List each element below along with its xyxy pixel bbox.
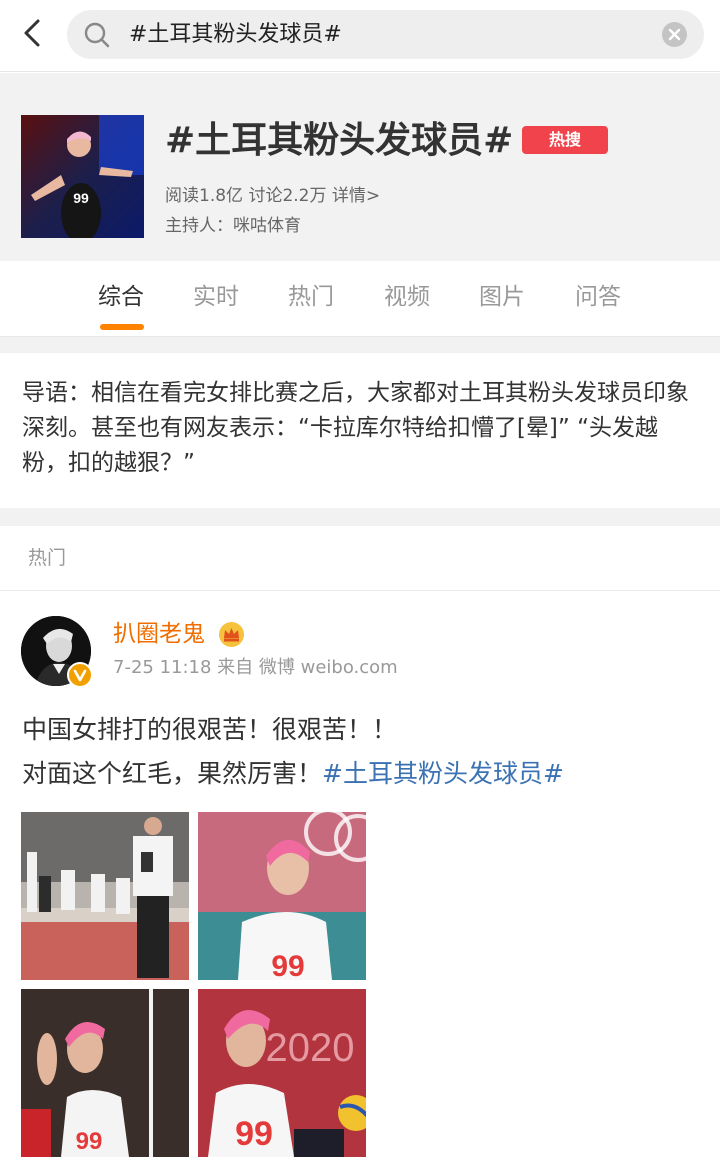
player-thumbnail-image: 99 bbox=[21, 115, 144, 238]
topic-thumbnail[interactable]: 99 bbox=[21, 115, 144, 238]
section-label-hot: 热门 bbox=[28, 547, 67, 569]
photo-player-with-ball: 2020 99 bbox=[198, 989, 366, 1157]
top-bar: #土耳其粉头发球员# bbox=[0, 0, 720, 72]
topic-stats[interactable]: 阅读1.8亿 讨论2.2万 详情> bbox=[165, 184, 380, 208]
search-box[interactable]: #土耳其粉头发球员# bbox=[67, 10, 704, 59]
topic-host: 主持人：咪咕体育 bbox=[165, 216, 301, 236]
post-text-line2: 对面这个红毛，果然厉害！#土耳其粉头发球员# bbox=[22, 752, 702, 796]
divider bbox=[0, 590, 720, 591]
photo4-year-text: 2020 bbox=[266, 1026, 355, 1070]
clear-icon bbox=[668, 28, 681, 41]
photo2-jersey-number: 99 bbox=[271, 950, 304, 980]
topic-intro: 导语：相信在看完女排比赛之后，大家都对土耳其粉头发球员印象深刻。甚至也有网友表示… bbox=[22, 380, 689, 476]
section-gap bbox=[0, 508, 720, 526]
post-hashtag[interactable]: #土耳其粉头发球员# bbox=[322, 759, 564, 788]
hot-search-badge: 热搜 bbox=[522, 126, 608, 154]
post-photo-4[interactable]: 2020 99 bbox=[198, 989, 366, 1157]
search-input[interactable]: #土耳其粉头发球员# bbox=[129, 20, 342, 50]
clear-button[interactable] bbox=[662, 22, 687, 47]
tab-hot[interactable]: 热门 bbox=[288, 281, 334, 313]
crown-icon bbox=[218, 621, 245, 648]
tab-qa[interactable]: 问答 bbox=[575, 281, 621, 313]
photo3-jersey-number: 99 bbox=[76, 1128, 103, 1155]
post-text-line1: 中国女排打的很艰苦！很艰苦！！ bbox=[22, 715, 398, 744]
photo4-jersey-number: 99 bbox=[235, 1115, 273, 1153]
active-tab-indicator bbox=[100, 324, 144, 330]
chevron-left-icon bbox=[24, 19, 40, 47]
photo-court-image bbox=[21, 812, 189, 980]
tab-comprehensive[interactable]: 综合 bbox=[98, 281, 144, 313]
post-meta: 7-25 11:18 来自 微博 weibo.com bbox=[113, 657, 398, 678]
topic-header: 99 #土耳其粉头发球员# 热搜 阅读1.8亿 讨论2.2万 详情> 主持人：咪… bbox=[0, 73, 720, 261]
tab-images[interactable]: 图片 bbox=[479, 281, 525, 313]
post-text-line2-body: 对面这个红毛，果然厉害！ bbox=[22, 759, 323, 788]
post-username[interactable]: 扒圈老鬼 bbox=[113, 618, 205, 650]
section-gap bbox=[0, 337, 720, 353]
verified-badge-icon bbox=[67, 662, 93, 688]
post-text: 中国女排打的很艰苦！很艰苦！！ 对面这个红毛，果然厉害！#土耳其粉头发球员# bbox=[22, 708, 702, 796]
tab-video[interactable]: 视频 bbox=[384, 281, 430, 313]
post-photo-2[interactable]: 99 bbox=[198, 812, 366, 980]
back-button[interactable] bbox=[14, 14, 54, 54]
search-icon bbox=[84, 22, 110, 48]
topic-tabs: 综合 实时 热门 视频 图片 问答 bbox=[0, 261, 720, 337]
thumb-jersey-number: 99 bbox=[73, 190, 89, 206]
post-photo-1[interactable] bbox=[21, 812, 189, 980]
post-photo-3[interactable]: 99 bbox=[21, 989, 189, 1157]
tab-realtime[interactable]: 实时 bbox=[193, 281, 239, 313]
photo-player-clapping: 99 bbox=[21, 989, 189, 1157]
photo-player-portrait: 99 bbox=[198, 812, 366, 980]
topic-title: #土耳其粉头发球员# bbox=[165, 120, 514, 161]
